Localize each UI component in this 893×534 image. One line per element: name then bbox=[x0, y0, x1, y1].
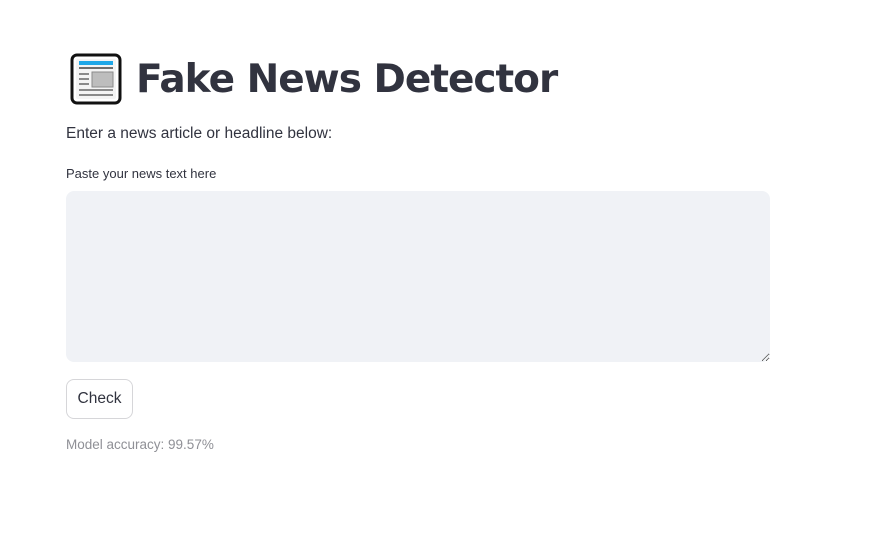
check-button[interactable]: Check bbox=[66, 379, 133, 419]
page-title: Fake News Detector bbox=[136, 56, 558, 102]
news-input-label: Paste your news text here bbox=[66, 166, 217, 181]
page-header: Fake News Detector bbox=[70, 52, 558, 106]
intro-text: Enter a news article or headline below: bbox=[66, 125, 333, 142]
newspaper-icon bbox=[70, 53, 122, 105]
model-accuracy-text: Model accuracy: 99.57% bbox=[66, 437, 214, 452]
news-text-input[interactable] bbox=[66, 191, 770, 362]
